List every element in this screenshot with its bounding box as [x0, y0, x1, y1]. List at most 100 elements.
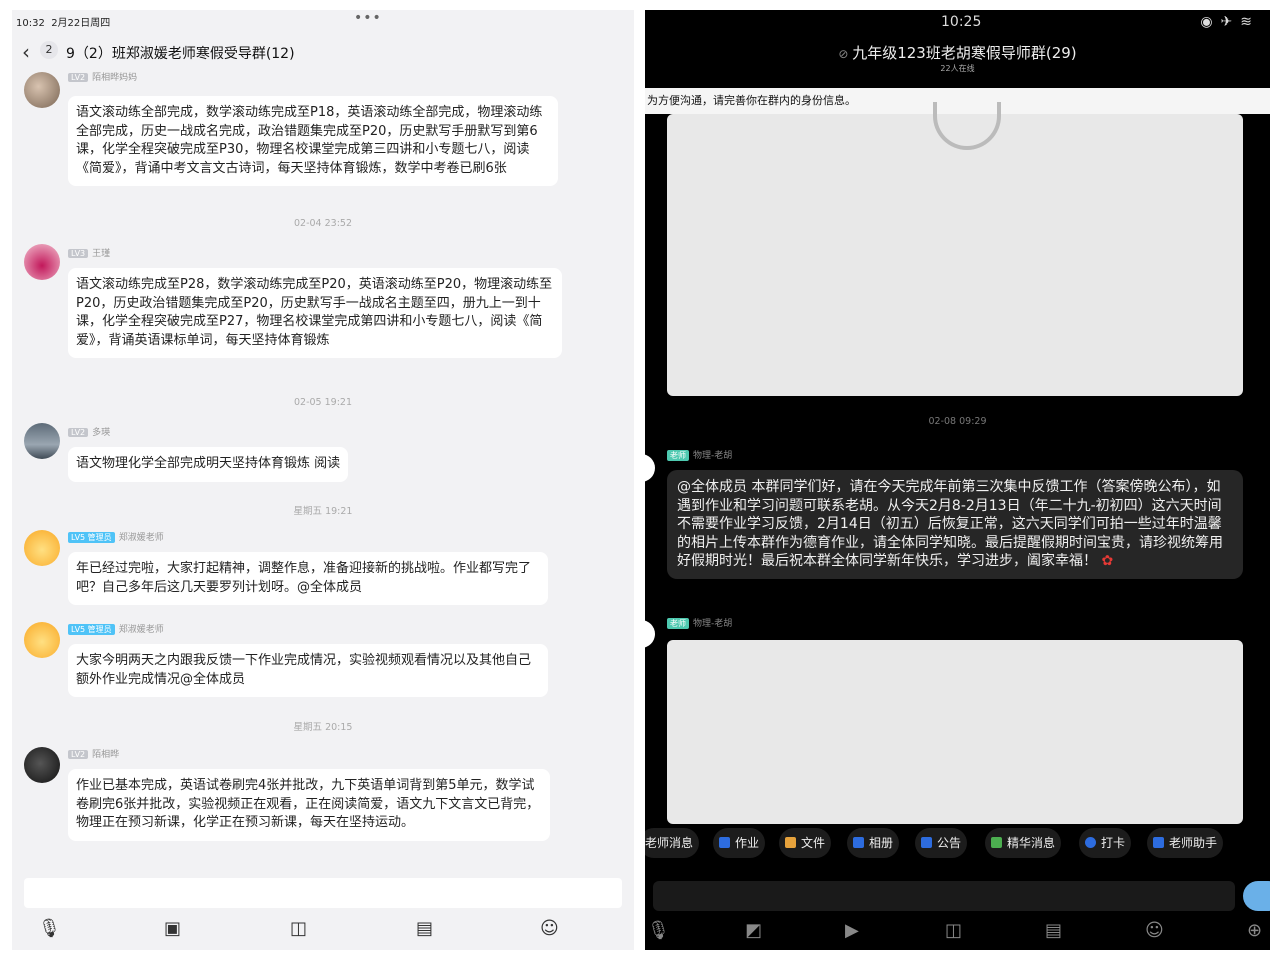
sender-name: 多瑛 — [92, 428, 111, 438]
microphone-icon[interactable]: 🎙 — [38, 918, 61, 939]
status-icons: ◉✈≋ — [1200, 14, 1260, 30]
message-bubble[interactable]: 语文滚动练全部完成，数学滚动练完成至P18，英语滚动练全部完成，物理滚动练全部完… — [68, 96, 558, 186]
screen-icon[interactable]: ◩ — [745, 920, 762, 941]
avatar[interactable] — [24, 530, 60, 566]
sender-name: 物理-老胡 — [693, 451, 733, 461]
announcement-icon — [921, 837, 932, 848]
plus-icon[interactable]: ⊕ — [1247, 920, 1262, 941]
chat-title[interactable]: ⊘ 九年级123班老胡寒假导师群(29) — [645, 42, 1270, 63]
album-icon — [853, 837, 864, 848]
folder-icon — [785, 837, 796, 848]
level-badge: LV2 — [68, 750, 89, 759]
tab-announcement[interactable]: 公告 — [915, 828, 968, 858]
sender-name: 郑淑媛老师 — [118, 533, 164, 543]
avatar[interactable] — [645, 620, 655, 648]
assistant-icon — [1153, 837, 1164, 848]
microphone-icon[interactable]: 🎙 — [647, 920, 670, 941]
unread-badge[interactable]: 2 — [40, 41, 58, 59]
mute-icon: ✈ — [1220, 14, 1241, 30]
status-time: 10:32 2月22日周四 — [16, 18, 111, 29]
group-icon: ⊘ — [838, 47, 853, 61]
sender-meta: LV2 陌相晔 — [68, 747, 119, 760]
left-chat-screen: 10:32 2月22日周四 ••• ‹ 2 9（2）班郑淑媛老师寒假受导群(12… — [12, 10, 634, 950]
video-icon[interactable]: ▶ — [845, 920, 859, 941]
input-toolbar: 🎙 ▣ ◫ ▤ ☺ — [12, 914, 634, 950]
avatar[interactable] — [24, 244, 60, 280]
input-toolbar: 🎙 ◩ ▶ ◫ ▤ ☺ ⊕ — [645, 916, 1270, 950]
level-badge: LV5 管理员 — [68, 532, 115, 543]
status-bar: 10:25 ◉✈≋ — [645, 10, 1270, 36]
sender-name: 王瑾 — [92, 249, 111, 259]
level-badge: LV5 管理员 — [68, 624, 115, 635]
sender-meta: LV2 多瑛 — [68, 425, 110, 438]
message-input[interactable] — [24, 878, 622, 908]
tab-featured[interactable]: 精华消息 — [985, 828, 1062, 858]
message-bubble[interactable]: 语文滚动练完成至P28，数学滚动练完成至P20，英语滚动练至P20，物理滚动练至… — [68, 268, 562, 358]
sender-meta: LV5 管理员 郑淑媛老师 — [68, 622, 164, 635]
tab-teacher-assistant[interactable]: 老师助手 — [1147, 828, 1224, 858]
tab-teacher-messages[interactable]: 老师消息 — [645, 828, 700, 858]
file-icon[interactable]: ▤ — [416, 918, 433, 939]
tab-checkin[interactable]: 打卡 — [1079, 828, 1132, 858]
sender-meta: LV2 陌相晔妈妈 — [68, 70, 137, 83]
message-bubble[interactable]: 大家今明两天之内跟我反馈一下作业完成情况，实验视频观看情况以及其他自己额外作业完… — [68, 644, 548, 697]
chat-title[interactable]: 9（2）班郑淑媛老师寒假受导群(12) — [66, 43, 295, 63]
message-text: @全体成员 本群同学们好，请在今天完成年前第三次集中反馈工作（答案傍晚公布），如… — [677, 479, 1223, 569]
avatar[interactable] — [24, 423, 60, 459]
avatar[interactable] — [24, 622, 60, 658]
group-tabs: 老师消息 作业 文件 相册 公告 精华消息 打卡 老师助手 — [645, 828, 1270, 858]
emoji-icon[interactable]: ☺ — [1145, 920, 1164, 941]
featured-icon — [991, 837, 1002, 848]
send-button[interactable] — [1243, 881, 1270, 911]
checkin-icon — [1085, 837, 1096, 848]
camera-icon[interactable]: ◫ — [945, 920, 962, 941]
level-badge: LV2 — [68, 73, 89, 82]
sender-name: 陌相晔 — [92, 750, 120, 760]
rose-icon: ✿ — [1101, 553, 1114, 569]
camera-icon[interactable]: ◫ — [290, 918, 307, 939]
avatar[interactable] — [24, 747, 60, 783]
online-count: 22人在线 — [940, 64, 975, 73]
message-bubble[interactable]: 年已经过完啦，大家打起精神，调整作息，准备迎接新的挑战啦。作业都写完了吧？自己多… — [68, 552, 548, 605]
image-placeholder[interactable] — [667, 640, 1243, 824]
level-badge: LV2 — [68, 428, 89, 437]
message-bubble[interactable]: @全体成员 本群同学们好，请在今天完成年前第三次集中反馈工作（答案傍晚公布），如… — [667, 470, 1243, 579]
sender-name: 郑淑媛老师 — [118, 625, 164, 635]
sender-meta: 老师 物理-老胡 — [667, 448, 732, 461]
tab-album[interactable]: 相册 — [847, 828, 900, 858]
timestamp: 02-04 23:52 — [293, 218, 352, 229]
message-bubble[interactable]: 语文物理化学全部完成明天坚持体育锻炼 阅读 — [68, 447, 349, 482]
message-bubble[interactable]: 作业已基本完成，英语试卷刷完4张并批改，九下英语单词背到第5单元，数学试卷刷完6… — [68, 769, 550, 841]
chat-header: ‹ 2 9（2）班郑淑媛老师寒假受导群(12) — [12, 36, 634, 70]
teacher-badge: 老师 — [667, 618, 689, 629]
message-input[interactable] — [653, 881, 1235, 911]
timestamp: 星期五 19:21 — [293, 506, 353, 517]
sender-meta: LV3 王瑾 — [68, 246, 110, 259]
avatar[interactable] — [645, 454, 655, 482]
tab-files[interactable]: 文件 — [779, 828, 832, 858]
avatar[interactable] — [24, 72, 60, 108]
sender-meta: 老师 物理-老胡 — [667, 616, 732, 629]
sender-name: 物理-老胡 — [693, 619, 733, 629]
timestamp: 02-08 09:29 — [928, 416, 987, 427]
image-placeholder[interactable] — [667, 114, 1243, 396]
chat-title-text: 九年级123班老胡寒假导师群(29) — [852, 44, 1077, 62]
sender-meta: LV5 管理员 郑淑媛老师 — [68, 530, 164, 543]
timestamp: 星期五 20:15 — [293, 722, 353, 733]
image-icon[interactable]: ▣ — [164, 918, 181, 939]
file-icon[interactable]: ▤ — [1045, 920, 1062, 941]
emoji-icon[interactable]: ☺ — [540, 918, 559, 939]
homework-icon — [719, 837, 730, 848]
teacher-badge: 老师 — [667, 450, 689, 461]
status-time: 10:25 — [941, 14, 982, 30]
sender-name: 陌相晔妈妈 — [92, 73, 138, 83]
wifi-icon: ≋ — [1240, 14, 1260, 30]
right-chat-screen: 10:25 ◉✈≋ ⊘ 九年级123班老胡寒假导师群(29) 22人在线 为方便… — [645, 10, 1270, 950]
level-badge: LV3 — [68, 249, 89, 258]
eye-icon: ◉ — [1200, 14, 1221, 30]
back-arrow-icon[interactable]: ‹ — [22, 40, 30, 64]
more-dots-icon[interactable]: ••• — [354, 10, 382, 26]
status-bar: 10:32 2月22日周四 ••• — [12, 10, 634, 32]
timestamp: 02-05 19:21 — [293, 397, 352, 408]
tab-homework[interactable]: 作业 — [713, 828, 766, 858]
